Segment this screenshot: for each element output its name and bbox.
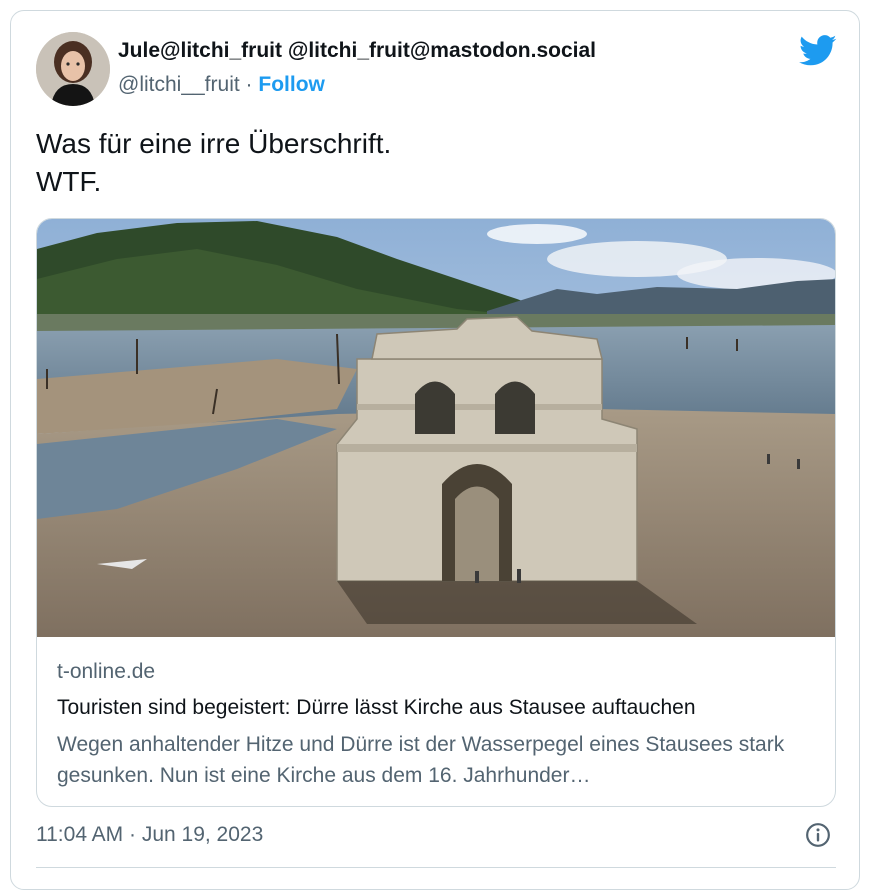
link-card-description: Wegen anhaltender Hitze und Dürre ist de… bbox=[57, 733, 785, 787]
church-photo bbox=[37, 219, 835, 637]
separator-dot: · bbox=[245, 73, 253, 96]
link-card-title: Touristen sind begeistert: Dürre lässt K… bbox=[57, 696, 696, 719]
info-icon[interactable] bbox=[805, 822, 831, 848]
tweet-timestamp[interactable]: 11:04 AM · Jun 19, 2023 bbox=[36, 823, 263, 847]
avatar[interactable] bbox=[36, 32, 110, 106]
follow-button[interactable]: Follow bbox=[258, 73, 325, 96]
tweet-text: Was für eine irre Überschrift. WTF. bbox=[36, 125, 391, 201]
twitter-bird-icon[interactable] bbox=[799, 35, 837, 67]
display-name[interactable]: Jule@litchi_fruit @litchi_fruit@mastodon… bbox=[118, 39, 596, 63]
link-card-domain: t-online.de bbox=[57, 660, 156, 683]
handle-row: @litchi__fruit · Follow bbox=[118, 73, 325, 97]
tweet-card: Jule@litchi_fruit @litchi_fruit@mastodon… bbox=[10, 10, 860, 890]
tweet-text-line-2: WTF. bbox=[36, 166, 102, 197]
link-preview-card[interactable]: t-online.de Touristen sind begeistert: D… bbox=[36, 218, 836, 807]
tweet-text-line-1: Was für eine irre Überschrift. bbox=[36, 128, 392, 159]
avatar-image bbox=[36, 32, 110, 106]
user-handle[interactable]: @litchi__fruit bbox=[118, 73, 240, 96]
divider bbox=[36, 867, 836, 868]
